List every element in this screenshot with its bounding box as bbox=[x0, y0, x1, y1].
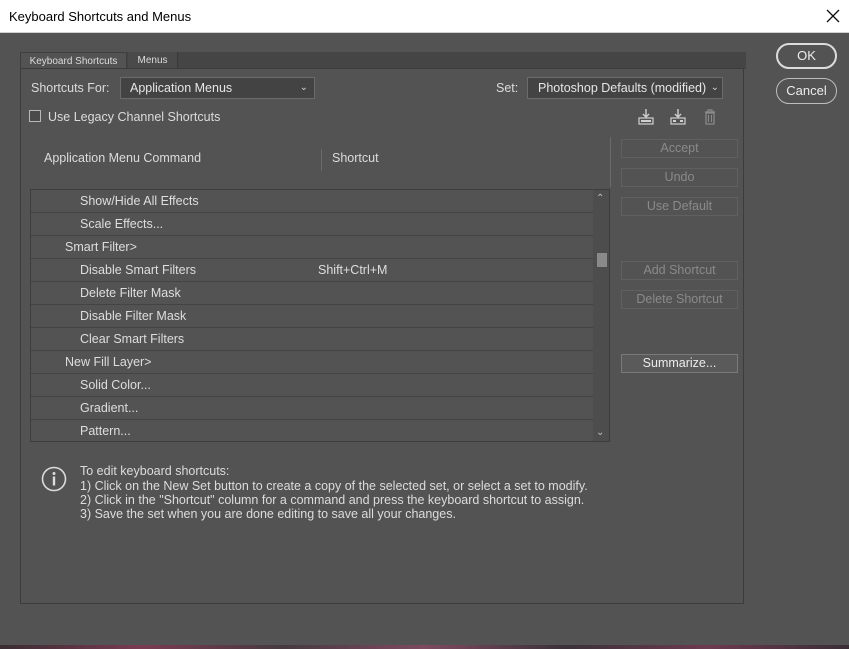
trash-icon[interactable] bbox=[701, 108, 719, 126]
ok-button[interactable]: OK bbox=[776, 43, 837, 69]
summarize-button[interactable]: Summarize... bbox=[621, 354, 738, 373]
background-strip bbox=[0, 645, 849, 649]
table-row[interactable]: Smart Filter> bbox=[31, 236, 594, 259]
tab-menus[interactable]: Menus bbox=[128, 52, 178, 69]
column-divider bbox=[321, 149, 322, 171]
table-row[interactable]: Clear Smart Filters bbox=[31, 328, 594, 351]
info-step-2: 2) Click in the "Shortcut" column for a … bbox=[80, 493, 585, 507]
table-row[interactable]: New Fill Layer> bbox=[31, 351, 594, 374]
set-value: Photoshop Defaults (modified) bbox=[538, 81, 707, 95]
vertical-scrollbar[interactable]: ⌃ ⌄ bbox=[593, 190, 609, 441]
new-set-icon[interactable] bbox=[669, 108, 687, 126]
cancel-button[interactable]: Cancel bbox=[776, 78, 837, 104]
legacy-channel-checkbox[interactable] bbox=[29, 110, 41, 122]
set-label: Set: bbox=[496, 81, 519, 95]
command-cell: Solid Color... bbox=[80, 378, 151, 392]
info-title: To edit keyboard shortcuts: bbox=[80, 464, 230, 478]
table-row[interactable]: Disable Smart Filters Shift+Ctrl+M bbox=[31, 259, 594, 282]
info-step-3: 3) Save the set when you are done editin… bbox=[80, 507, 456, 521]
table-row[interactable]: Delete Filter Mask bbox=[31, 282, 594, 305]
tab-keyboard-shortcuts[interactable]: Keyboard Shortcuts bbox=[20, 52, 127, 69]
chevron-down-icon: ⌄ bbox=[299, 82, 308, 93]
table-row[interactable]: Show/Hide All Effects bbox=[31, 190, 594, 213]
column-divider bbox=[610, 137, 611, 187]
shortcuts-for-value: Application Menus bbox=[130, 81, 233, 95]
shortcuts-for-label: Shortcuts For: bbox=[31, 81, 110, 95]
accept-button[interactable]: Accept bbox=[621, 139, 738, 158]
legacy-channel-label: Use Legacy Channel Shortcuts bbox=[48, 110, 221, 124]
command-cell: New Fill Layer> bbox=[65, 355, 152, 369]
table-row[interactable]: Gradient... bbox=[31, 397, 594, 420]
column-header-shortcut[interactable]: Shortcut bbox=[332, 151, 379, 165]
use-default-button[interactable]: Use Default bbox=[621, 197, 738, 216]
command-cell: Disable Smart Filters bbox=[80, 263, 196, 277]
info-icon bbox=[41, 466, 67, 492]
scroll-thumb[interactable] bbox=[597, 253, 607, 267]
command-list[interactable]: Show/Hide All Effects Scale Effects... Sma… bbox=[30, 189, 610, 442]
add-shortcut-button[interactable]: Add Shortcut bbox=[621, 261, 738, 280]
scroll-up-icon[interactable]: ⌃ bbox=[596, 193, 604, 204]
table-row[interactable]: Solid Color... bbox=[31, 374, 594, 397]
command-cell: Disable Filter Mask bbox=[80, 309, 187, 323]
delete-shortcut-button[interactable]: Delete Shortcut bbox=[621, 290, 738, 309]
scroll-down-icon[interactable]: ⌄ bbox=[596, 427, 604, 438]
info-step-1: 1) Click on the New Set button to create… bbox=[80, 479, 588, 493]
shortcut-cell[interactable]: Shift+Ctrl+M bbox=[318, 259, 387, 281]
table-row[interactable]: Pattern... bbox=[31, 420, 594, 441]
command-cell: Scale Effects... bbox=[80, 217, 164, 231]
undo-button[interactable]: Undo bbox=[621, 168, 738, 187]
table-header: Application Menu Command Shortcut bbox=[30, 137, 610, 181]
command-cell: Delete Filter Mask bbox=[80, 286, 181, 300]
shortcuts-for-dropdown[interactable]: Application Menus ⌄ bbox=[120, 77, 315, 99]
table-row[interactable]: Scale Effects... bbox=[31, 213, 594, 236]
table-row[interactable]: Disable Filter Mask bbox=[31, 305, 594, 328]
chevron-down-icon: ⌄ bbox=[710, 82, 719, 93]
command-cell: Gradient... bbox=[80, 401, 139, 415]
command-cell: Show/Hide All Effects bbox=[80, 194, 199, 208]
command-cell: Clear Smart Filters bbox=[80, 332, 185, 346]
save-set-icon[interactable] bbox=[637, 108, 655, 126]
set-dropdown[interactable]: Photoshop Defaults (modified) ⌄ bbox=[527, 77, 723, 99]
tab-strip: Keyboard Shortcuts Menus bbox=[20, 52, 746, 69]
window-title: Keyboard Shortcuts and Menus bbox=[9, 9, 192, 24]
column-header-command[interactable]: Application Menu Command bbox=[44, 151, 201, 165]
command-cell: Pattern... bbox=[80, 424, 131, 438]
command-cell: Smart Filter> bbox=[65, 240, 137, 254]
close-icon[interactable] bbox=[817, 0, 849, 32]
title-bar: Keyboard Shortcuts and Menus bbox=[0, 0, 849, 33]
